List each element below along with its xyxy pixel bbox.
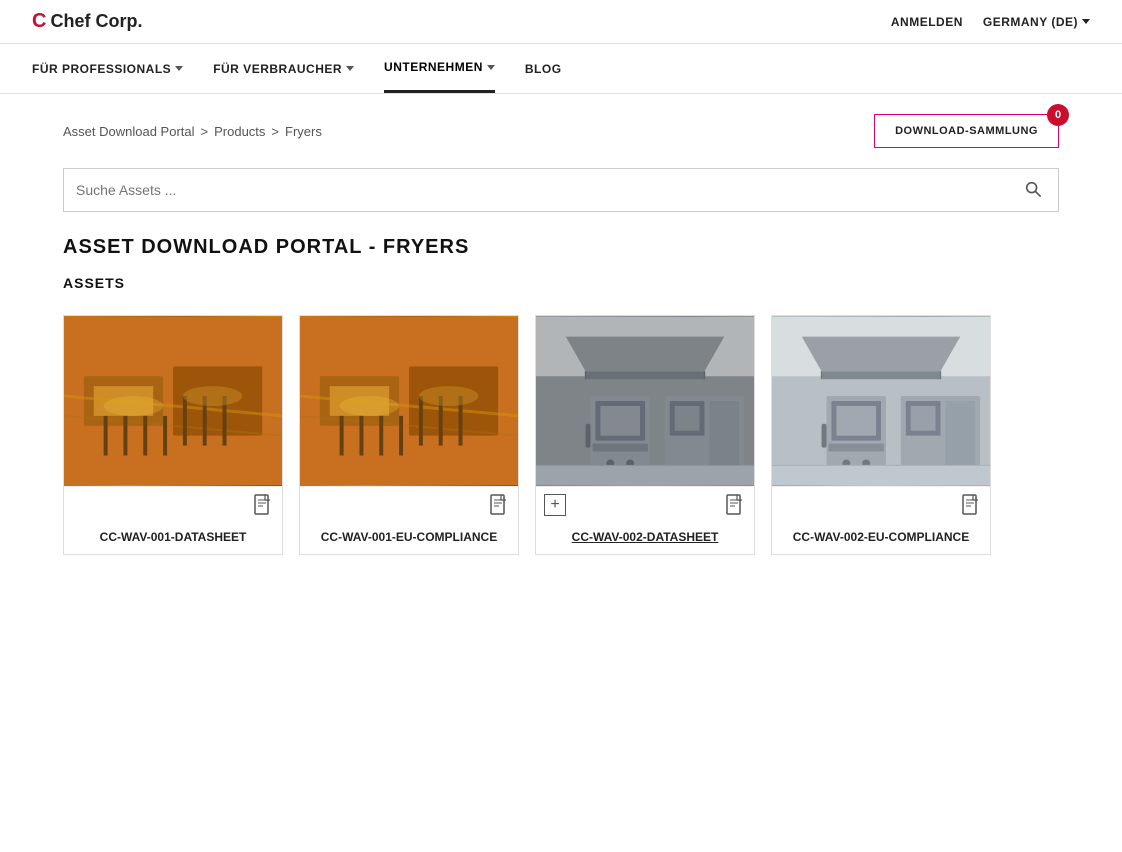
doc-icon-2: [488, 494, 510, 516]
country-selector[interactable]: GERMANY (DE): [983, 15, 1090, 29]
asset-label-3[interactable]: CC-WAV-002-DATASHEET: [536, 522, 754, 554]
breadcrumb-products[interactable]: Products: [214, 124, 265, 139]
nav-chevron-unternehmen-icon: [487, 65, 495, 70]
asset-image-2: [300, 316, 518, 486]
asset-bottom-1: [64, 486, 282, 522]
breadcrumb-row: Asset Download Portal > Products > Fryer…: [63, 114, 1059, 148]
asset-image-svg-1: [64, 316, 282, 486]
breadcrumb-current: Fryers: [285, 124, 322, 139]
asset-image-3: [536, 316, 754, 486]
breadcrumb-asset-portal[interactable]: Asset Download Portal: [63, 124, 195, 139]
nav-chevron-verbraucher-icon: [346, 66, 354, 71]
doc-icon-4: [960, 494, 982, 516]
breadcrumb-sep-2: >: [271, 124, 279, 139]
download-collection-button[interactable]: DOWNLOAD-SAMMLUNG: [874, 114, 1059, 148]
search-input[interactable]: [76, 182, 1020, 198]
asset-image-svg-4: [772, 316, 990, 486]
nav-item-professionals[interactable]: FÜR PROFESSIONALS: [32, 46, 183, 92]
download-collection-container: DOWNLOAD-SAMMLUNG 0: [874, 114, 1059, 148]
doc-icon-1: [252, 494, 274, 516]
add-to-collection-icon-3[interactable]: +: [544, 494, 566, 516]
nav-bar: FÜR PROFESSIONALS FÜR VERBRAUCHER UNTERN…: [0, 44, 1122, 94]
asset-image-svg-2: [300, 316, 518, 486]
asset-card-4[interactable]: CC-WAV-002-EU-COMPLIANCE: [771, 315, 991, 555]
login-button[interactable]: ANMELDEN: [891, 15, 963, 29]
asset-image-1: [64, 316, 282, 486]
asset-card-1[interactable]: CC-WAV-001-DATASHEET: [63, 315, 283, 555]
nav-item-verbraucher[interactable]: FÜR VERBRAUCHER: [213, 46, 354, 92]
top-right: ANMELDEN GERMANY (DE): [891, 15, 1090, 29]
nav-item-blog[interactable]: BLOG: [525, 46, 562, 92]
logo: C Chef Corp.: [32, 10, 142, 33]
logo-name: Chef Corp.: [50, 11, 142, 32]
asset-bottom-3: +: [536, 486, 754, 522]
assets-grid: CC-WAV-001-DATASHEET: [63, 315, 1059, 555]
asset-card-2[interactable]: CC-WAV-001-EU-COMPLIANCE: [299, 315, 519, 555]
asset-label-4: CC-WAV-002-EU-COMPLIANCE: [772, 522, 990, 554]
search-button[interactable]: [1020, 176, 1046, 205]
asset-bottom-4: [772, 486, 990, 522]
asset-label-1: CC-WAV-001-DATASHEET: [64, 522, 282, 554]
country-chevron-icon: [1082, 19, 1090, 24]
main-content: Asset Download Portal > Products > Fryer…: [31, 94, 1091, 595]
download-badge: 0: [1047, 104, 1069, 126]
breadcrumb-sep-1: >: [201, 124, 209, 139]
country-label: GERMANY (DE): [983, 15, 1078, 29]
asset-bottom-2: [300, 486, 518, 522]
logo-c-letter: C: [32, 10, 46, 33]
asset-image-4: [772, 316, 990, 486]
asset-label-2: CC-WAV-001-EU-COMPLIANCE: [300, 522, 518, 554]
search-icon: [1024, 180, 1042, 198]
doc-icon-3: [724, 494, 746, 516]
assets-section-title: ASSETS: [63, 275, 1059, 291]
search-bar: [63, 168, 1059, 212]
asset-card-3[interactable]: + CC-WAV-002-DATASHEET: [535, 315, 755, 555]
breadcrumb: Asset Download Portal > Products > Fryer…: [63, 124, 322, 139]
nav-chevron-professionals-icon: [175, 66, 183, 71]
top-bar: C Chef Corp. ANMELDEN GERMANY (DE): [0, 0, 1122, 44]
nav-item-unternehmen[interactable]: UNTERNEHMEN: [384, 44, 495, 93]
asset-image-svg-3: [536, 316, 754, 486]
page-title: ASSET DOWNLOAD PORTAL - FRYERS: [63, 236, 1059, 259]
